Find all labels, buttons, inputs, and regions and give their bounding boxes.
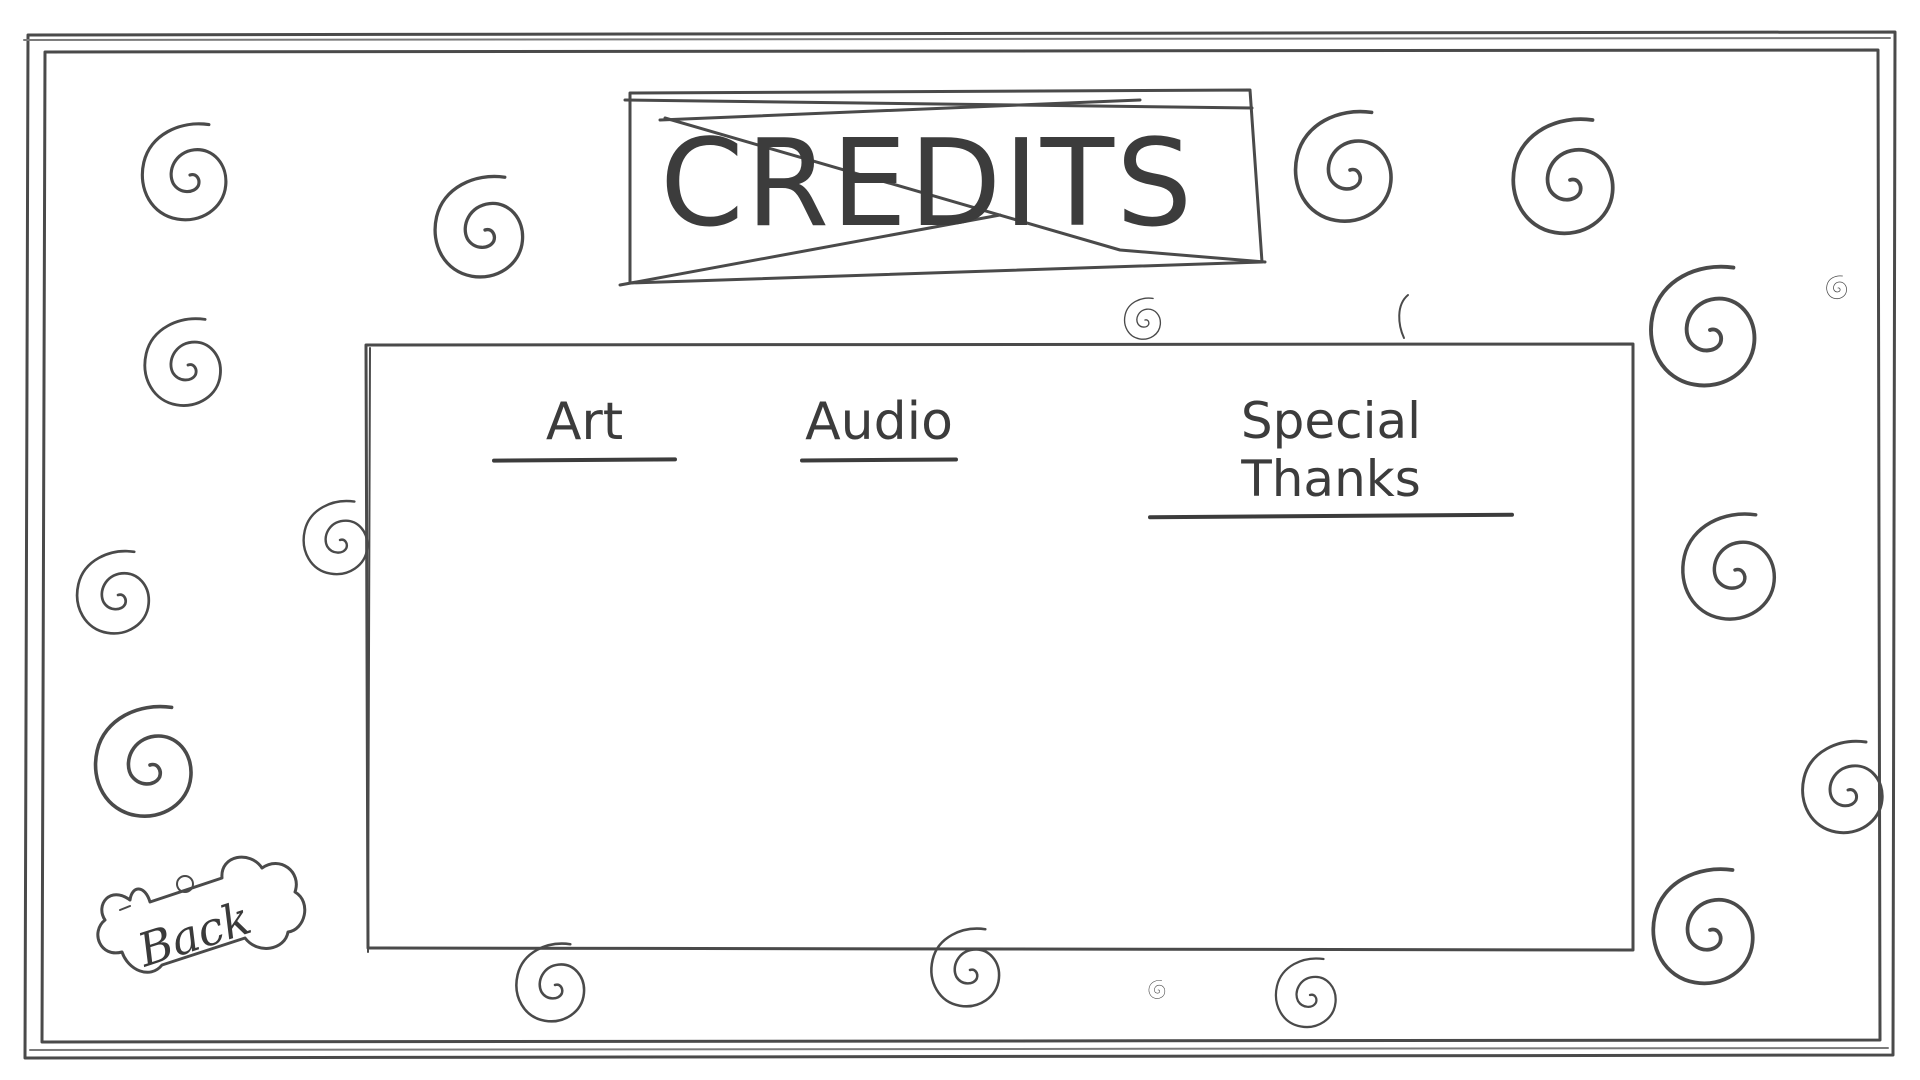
credits-title: CREDITS <box>660 115 1194 254</box>
swirl-icon <box>140 122 228 222</box>
tab-audio[interactable]: Audio <box>799 392 959 463</box>
swirl-icon <box>433 174 525 279</box>
tab-special-thanks-label: Special Thanks <box>1240 392 1422 508</box>
swirl-icon <box>1649 264 1757 388</box>
tab-art[interactable]: Art <box>491 392 678 463</box>
swirl-icon <box>1148 979 1166 999</box>
tab-special-thanks[interactable]: Special Thanks <box>1147 392 1515 520</box>
back-label: Back <box>130 891 257 978</box>
swirl-icon <box>1293 109 1393 224</box>
swirl-icon <box>1123 297 1162 340</box>
swirl-icon <box>75 549 151 635</box>
tab-audio-label: Audio <box>805 392 953 452</box>
title-banner: CREDITS <box>618 88 1267 287</box>
swirl-icon <box>1801 739 1884 835</box>
back-button[interactable]: Back <box>90 840 315 1010</box>
swirl-icon <box>1274 957 1337 1029</box>
swirl-icon <box>515 942 586 1023</box>
swirl-icon <box>1511 117 1615 236</box>
tab-art-underline <box>491 457 678 463</box>
swirl-icon <box>930 927 1001 1008</box>
credits-screen: CREDITS Art Audio Special Thanks Back <box>0 0 1920 1080</box>
tab-audio-underline <box>799 457 959 463</box>
bone-icon: Back <box>96 855 307 978</box>
tab-art-label: Art <box>545 392 624 452</box>
swirl-icon <box>1681 512 1777 621</box>
swirl-icon <box>302 499 369 576</box>
swirl-icon <box>93 704 193 819</box>
swirl-icon <box>1826 275 1847 300</box>
swirl-icon <box>143 317 222 407</box>
swirl-icon <box>1651 867 1755 986</box>
